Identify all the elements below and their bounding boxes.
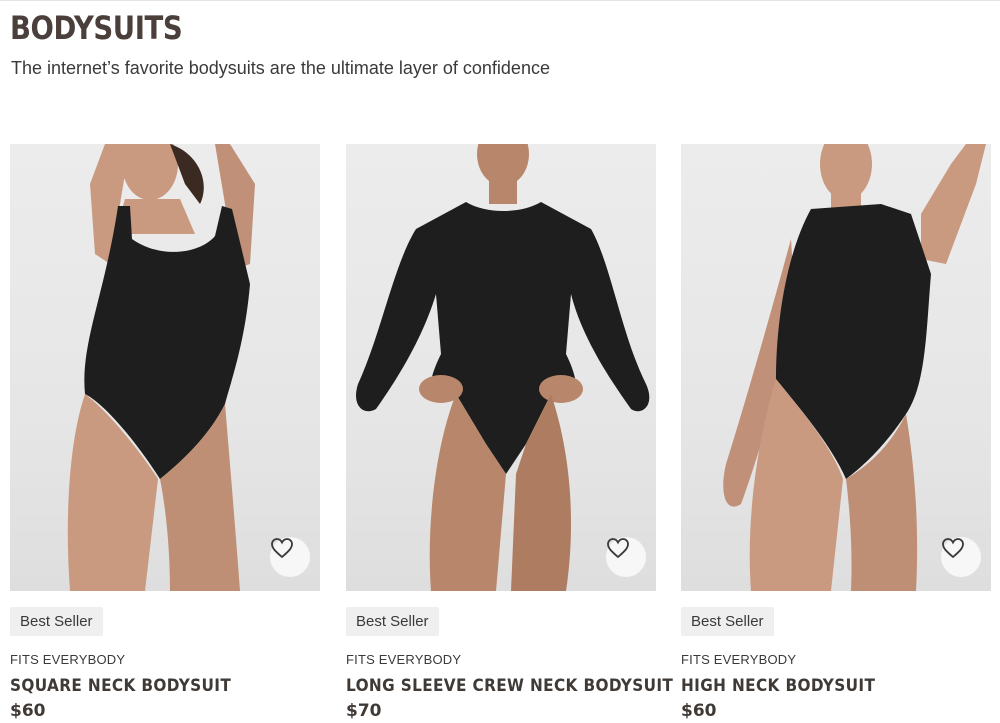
heart-outline-icon: [607, 538, 629, 559]
product-card-square-neck[interactable]: Best Seller FITS EVERYBODY SQUARE NECK B…: [10, 144, 320, 721]
heart-outline-icon: [271, 538, 293, 559]
product-image[interactable]: [681, 144, 991, 591]
model-photo-illustration: [356, 144, 650, 591]
model-photo-illustration: [67, 144, 255, 591]
wishlist-button[interactable]: [606, 537, 646, 577]
model-photo-illustration: [723, 144, 986, 591]
page-title: BODYSUITS: [10, 9, 183, 47]
best-seller-badge: Best Seller: [346, 607, 439, 636]
product-price: $60: [681, 701, 717, 721]
product-brand: FITS EVERYBODY: [681, 652, 797, 667]
heart-outline-icon: [942, 538, 964, 559]
best-seller-badge: Best Seller: [681, 607, 774, 636]
page-subtitle: The internet’s favorite bodysuits are th…: [11, 58, 550, 78]
product-name[interactable]: HIGH NECK BODYSUIT: [681, 676, 875, 696]
product-name[interactable]: SQUARE NECK BODYSUIT: [10, 676, 231, 696]
wishlist-button[interactable]: [270, 537, 310, 577]
product-brand: FITS EVERYBODY: [10, 652, 126, 667]
product-card-long-sleeve-crew-neck[interactable]: Best Seller FITS EVERYBODY LONG SLEEVE C…: [346, 144, 673, 721]
product-price: $60: [10, 701, 46, 721]
best-seller-badge: Best Seller: [10, 607, 103, 636]
product-image[interactable]: [10, 144, 320, 591]
product-brand: FITS EVERYBODY: [346, 652, 462, 667]
wishlist-button[interactable]: [941, 537, 981, 577]
product-name[interactable]: LONG SLEEVE CREW NECK BODYSUIT: [346, 676, 673, 696]
page: BODYSUITS The internet’s favorite bodysu…: [0, 0, 1000, 723]
product-image[interactable]: [346, 144, 656, 591]
product-card-high-neck[interactable]: Best Seller FITS EVERYBODY HIGH NECK BOD…: [681, 144, 991, 721]
product-price: $70: [346, 701, 382, 721]
